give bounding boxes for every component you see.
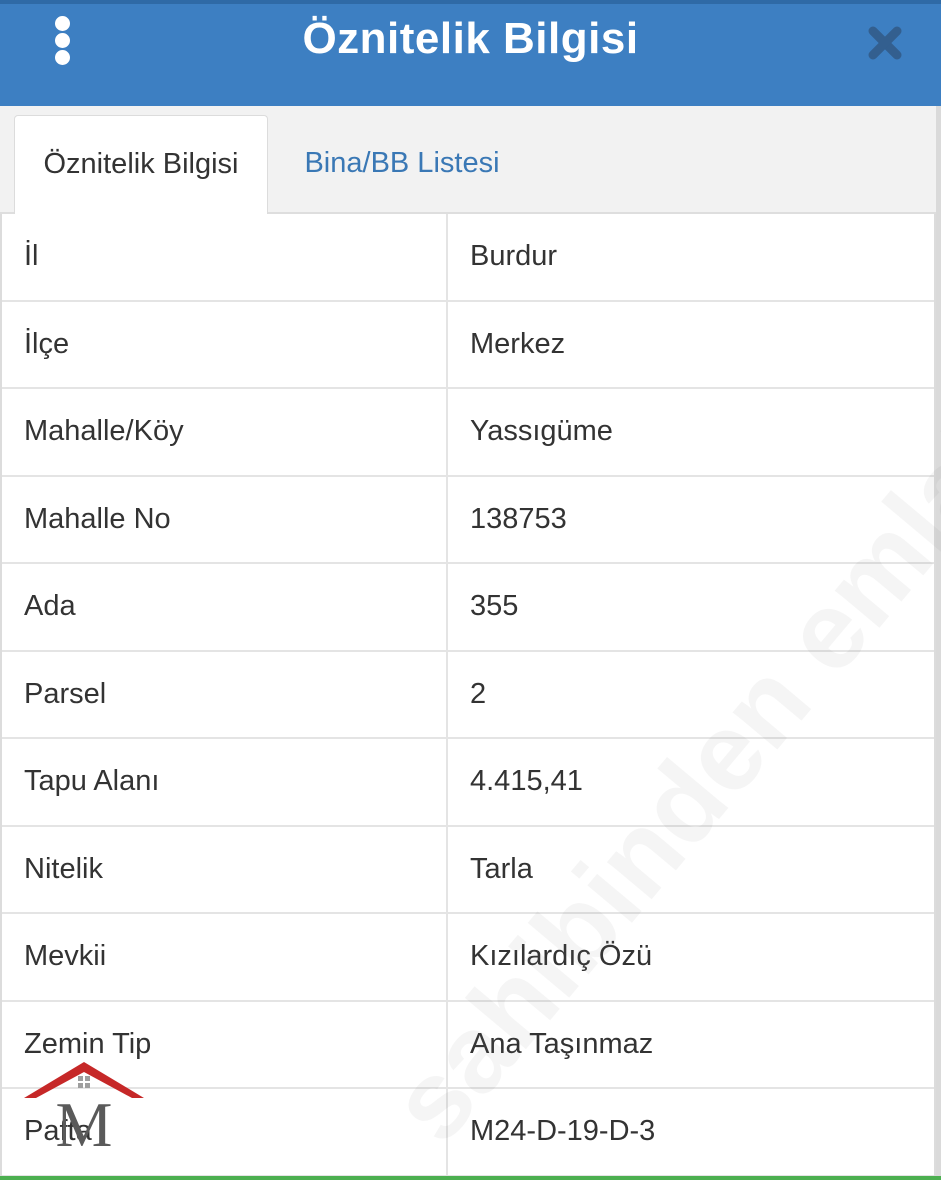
bottom-accent-bar <box>0 1176 941 1180</box>
attribute-table: İl Burdur İlçe Merkez Mahalle/Köy Yassıg… <box>0 214 936 1177</box>
row-label: Nitelik <box>2 826 448 912</box>
row-value: Ana Taşınmaz <box>470 1027 654 1060</box>
row-value: 355 <box>470 590 519 622</box>
tab-bina-bb-listesi[interactable]: Bina/BB Listesi <box>278 115 526 214</box>
row-label: Parsel <box>2 651 448 737</box>
row-value: Yassıgüme <box>470 415 613 447</box>
title-bar: Öznitelik Bilgisi <box>0 0 941 106</box>
row-label: Mahalle No <box>2 476 448 562</box>
table-row: İlçe Merkez <box>2 301 934 389</box>
table-row: İl Burdur <box>2 214 934 302</box>
row-label: Mevkii <box>2 914 448 1000</box>
status-strip <box>0 0 941 4</box>
dialog-title: Öznitelik Bilgisi <box>302 14 639 63</box>
row-value: Tarla <box>470 852 533 885</box>
table-row: Tapu Alanı 4.415,41 <box>2 739 934 827</box>
logo-letter: M <box>56 1089 113 1150</box>
table-row: Parsel 2 <box>2 651 934 739</box>
table-row: Mevkii Kızılardıç Özü <box>2 914 934 1002</box>
table-row: Nitelik Tarla <box>2 826 934 914</box>
row-value: M24-D-19-D-3 <box>470 1115 656 1147</box>
table-row: Ada 355 <box>2 564 934 652</box>
row-value: Burdur <box>470 240 558 272</box>
row-label: Ada <box>2 564 448 650</box>
scrollbar-gutter <box>936 106 941 1180</box>
row-label: Mahalle/Köy <box>2 389 448 475</box>
table-row: Mahalle/Köy Yassıgüme <box>2 389 934 477</box>
close-icon[interactable] <box>862 20 908 66</box>
tab-bar: Öznitelik Bilgisi Bina/BB Listesi <box>0 106 941 214</box>
row-label: İl <box>2 214 448 300</box>
row-value: Merkez <box>470 327 566 360</box>
row-value: 138753 <box>470 502 567 535</box>
row-label: İlçe <box>2 301 448 387</box>
row-value: 2 <box>470 677 487 710</box>
row-value: Kızılardıç Özü <box>470 940 653 972</box>
table-row: Mahalle No 138753 <box>2 476 934 564</box>
tab-oznitelik-bilgisi[interactable]: Öznitelik Bilgisi <box>14 115 268 214</box>
row-label: Tapu Alanı <box>2 739 448 825</box>
brand-logo: M <box>14 1058 154 1160</box>
row-value: 4.415,41 <box>470 765 583 797</box>
